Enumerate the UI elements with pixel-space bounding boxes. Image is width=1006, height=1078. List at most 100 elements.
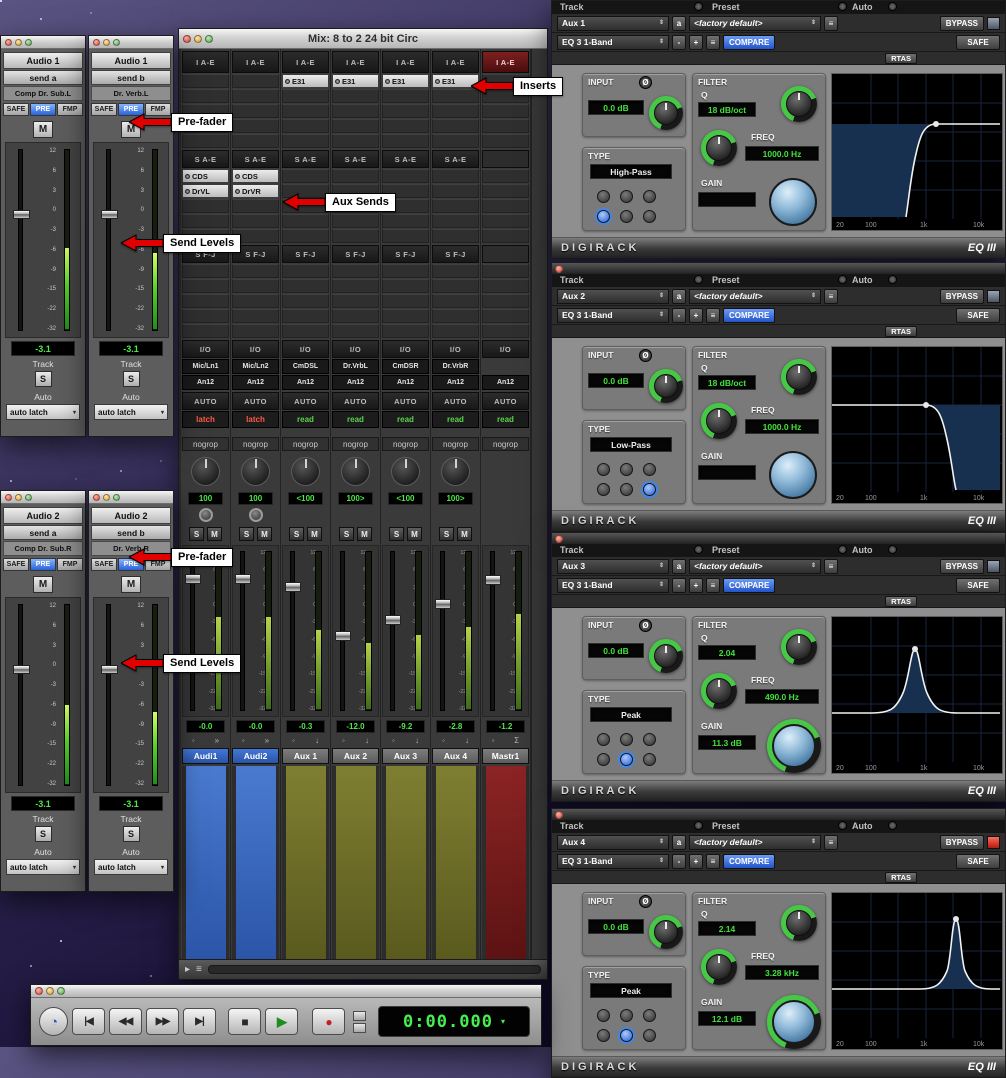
auto-menu-disclosure[interactable]	[888, 275, 897, 284]
automation-enable-button[interactable]: a	[672, 559, 686, 574]
insert-slot[interactable]	[232, 89, 279, 103]
send-slot[interactable]	[482, 169, 529, 183]
insert-slot[interactable]	[232, 104, 279, 118]
input-path-button[interactable]: CmDSR	[382, 359, 429, 374]
transport-expand-button[interactable]	[353, 1011, 366, 1021]
freq-knob[interactable]	[701, 949, 737, 985]
send-slot[interactable]	[332, 214, 379, 228]
input-path-button[interactable]: CmDSL	[282, 359, 329, 374]
q-knob[interactable]	[781, 905, 817, 941]
send-window-titlebar[interactable]	[89, 491, 173, 504]
send-slot[interactable]	[182, 309, 229, 323]
downmix-icon[interactable]: ↓	[365, 736, 369, 745]
filter-type-icon[interactable]	[597, 463, 610, 476]
next-preset-button[interactable]: +	[689, 578, 703, 593]
insert-slot[interactable]	[232, 119, 279, 133]
preset-menu-disclosure[interactable]	[838, 545, 847, 554]
bypass-button[interactable]: BYPASS	[940, 16, 984, 31]
output-window-icon[interactable]: ◦	[492, 736, 495, 745]
plugin-selector[interactable]: EQ 3 1-Band⇕	[557, 35, 669, 50]
output-window-icon[interactable]: ◦	[192, 736, 195, 745]
plugin-safe-button[interactable]: SAFE	[956, 308, 1000, 323]
plugin-selector[interactable]: EQ 3 1-Band⇕	[557, 308, 669, 323]
phase-invert-button[interactable]: Ø	[639, 76, 652, 89]
rtas-format-button[interactable]: RTAS	[885, 872, 917, 883]
automation-mode-button[interactable]: read	[332, 411, 379, 428]
send-slot[interactable]	[432, 279, 479, 293]
freq-knob[interactable]	[701, 130, 737, 166]
downmix-icon[interactable]: ↓	[315, 736, 319, 745]
insert-slot[interactable]	[482, 119, 529, 133]
filter-type-icon[interactable]	[643, 210, 656, 223]
send-solo-button[interactable]: S	[35, 826, 52, 842]
filter-type-icon[interactable]	[643, 483, 656, 496]
mute-button[interactable]: M	[257, 527, 272, 541]
track-menu-disclosure[interactable]	[694, 2, 703, 11]
track-menu-disclosure[interactable]	[694, 275, 703, 284]
insert-slot[interactable]	[482, 134, 529, 148]
send-slot[interactable]	[382, 309, 429, 323]
send-slot[interactable]	[232, 199, 279, 213]
send-slot[interactable]	[382, 214, 429, 228]
send-slot[interactable]	[382, 229, 429, 243]
send-solo-button[interactable]: S	[123, 826, 140, 842]
plugin-safe-button[interactable]: SAFE	[956, 35, 1000, 50]
input-path-button[interactable]: Mic/Ln1	[182, 359, 229, 374]
target-window-button[interactable]	[987, 836, 1000, 849]
preset-selector[interactable]: <factory default>⇕	[689, 835, 821, 850]
plugin-safe-button[interactable]: SAFE	[956, 854, 1000, 869]
track-menu-disclosure[interactable]	[694, 821, 703, 830]
filter-type-icon[interactable]	[620, 733, 633, 746]
fader-cap[interactable]	[435, 599, 451, 609]
previous-preset-button[interactable]: -	[672, 35, 686, 50]
insert-slot[interactable]	[232, 74, 279, 88]
send-slot[interactable]	[382, 324, 429, 338]
insert-button[interactable]: E31	[332, 74, 379, 88]
send-slot[interactable]	[232, 294, 279, 308]
window-close-button[interactable]	[35, 987, 43, 995]
send-mute-button[interactable]: M	[121, 576, 141, 593]
send-slot[interactable]	[182, 214, 229, 228]
send-button[interactable]: CDS	[232, 169, 279, 183]
send-slot[interactable]	[282, 169, 329, 183]
send-slot[interactable]	[432, 199, 479, 213]
eq-band-handle[interactable]	[953, 916, 959, 922]
send-slot[interactable]	[232, 309, 279, 323]
filter-type-icon[interactable]	[643, 753, 656, 766]
phase-invert-button[interactable]: Ø	[639, 619, 652, 632]
filter-type-icon[interactable]	[643, 463, 656, 476]
q-knob[interactable]	[781, 86, 817, 122]
insert-slot[interactable]	[282, 119, 329, 133]
rewind-button[interactable]: ◀◀	[109, 1008, 142, 1035]
track-selector[interactable]: Aux 1⇕	[557, 16, 669, 31]
filter-type-icon[interactable]	[597, 210, 610, 223]
next-preset-button[interactable]: +	[689, 854, 703, 869]
send-slot[interactable]	[432, 324, 479, 338]
q-knob[interactable]	[781, 359, 817, 395]
fast-forward-button[interactable]: ▶▶	[146, 1008, 179, 1035]
filter-type-icon[interactable]	[620, 1029, 633, 1042]
send-slot[interactable]	[482, 279, 529, 293]
automation-mode-button[interactable]: latch	[182, 411, 229, 428]
insert-slot[interactable]	[282, 134, 329, 148]
preset-selector[interactable]: <factory default>⇕	[689, 16, 821, 31]
send-solo-button[interactable]: S	[123, 371, 140, 387]
input-gain-knob[interactable]	[649, 369, 683, 403]
output-path-button[interactable]: An12	[182, 375, 229, 390]
mute-button[interactable]: M	[357, 527, 372, 541]
window-zoom-button[interactable]	[57, 987, 65, 995]
send-slot[interactable]	[182, 264, 229, 278]
insert-slot[interactable]	[332, 104, 379, 118]
solo-button[interactable]: S	[189, 527, 204, 541]
output-path-button[interactable]: An12	[232, 375, 279, 390]
group-assignment-button[interactable]: nogrop	[232, 437, 279, 451]
phase-invert-button[interactable]: Ø	[639, 895, 652, 908]
preset-selector[interactable]: <factory default>⇕	[689, 289, 821, 304]
transport-shrink-button[interactable]	[353, 1023, 366, 1033]
send-slot[interactable]	[332, 279, 379, 293]
pan-knob[interactable]	[441, 457, 470, 486]
target-window-button[interactable]	[987, 17, 1000, 30]
insert-slot[interactable]	[332, 134, 379, 148]
counter-dropdown-icon[interactable]: ▾	[501, 1017, 505, 1026]
send-slot[interactable]	[382, 169, 429, 183]
